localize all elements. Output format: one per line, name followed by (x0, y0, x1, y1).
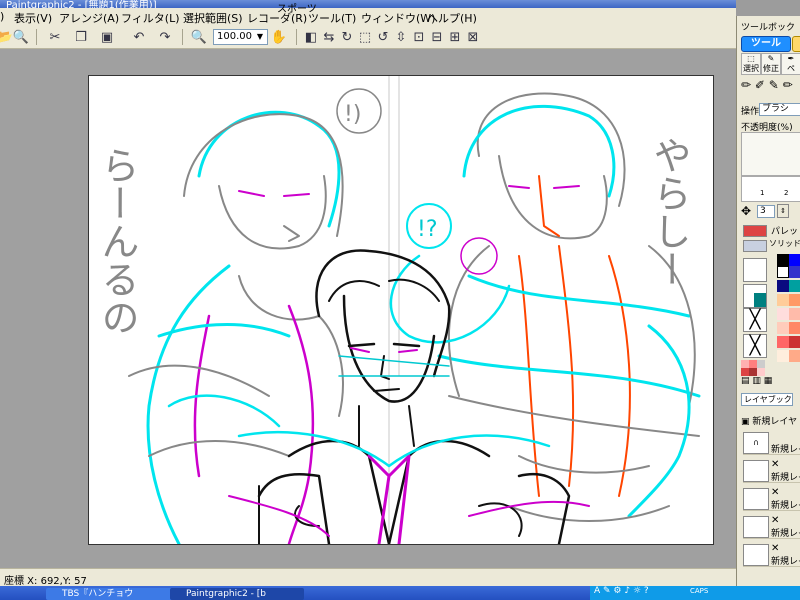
floating-panel-title: スポーツ (277, 4, 317, 15)
visibility-toggle-icon[interactable]: ✕ (771, 515, 779, 526)
clear-color-box[interactable]: ╳ (743, 334, 767, 358)
layer-mode-select[interactable]: レイヤブック (741, 393, 793, 406)
layer-thumbnail (743, 544, 769, 566)
menu-item-view[interactable]: 表示(V) (14, 10, 52, 26)
transform-icon-6[interactable]: ⊡ (410, 28, 428, 46)
copy-icon[interactable]: ❐ (72, 28, 90, 46)
sketch-artwork: らーんるの やらしー !) !? (95, 76, 701, 544)
size-stepper-icon[interactable]: ⇕ (777, 204, 789, 218)
status-bar: 座標 X: 692,Y: 57 (0, 568, 736, 587)
canvas-text-right: やらしー (647, 136, 691, 288)
layer-name: 新規レイ (771, 501, 800, 511)
transform-icon-8[interactable]: ⊞ (446, 28, 464, 46)
color-palette[interactable] (777, 254, 800, 384)
zoom-dropdown-icon[interactable]: ▼ (254, 29, 266, 45)
undo-icon[interactable]: ↶ (130, 28, 148, 46)
transform-icon-5[interactable]: ⇳ (392, 28, 410, 46)
tab-extra[interactable] (792, 36, 800, 52)
foreground-color-box[interactable] (743, 284, 767, 308)
new-layer-label[interactable]: ▣ 新規レイヤ (741, 414, 797, 427)
visibility-toggle-icon[interactable]: ✕ (771, 459, 779, 470)
operation-label: 操作 (741, 107, 760, 117)
toolbar-separator (36, 29, 37, 45)
brush-icons-row[interactable]: ✏ ✐ ✎ ✏ (741, 78, 800, 96)
tray-icons[interactable]: A ✎ ⚙ ♪ ☼ ? (594, 586, 649, 596)
menu-item-file[interactable]: ) (0, 10, 4, 23)
visibility-toggle-icon[interactable]: ✕ (771, 543, 779, 554)
move-icon[interactable]: ✥ (741, 204, 751, 218)
coordinates-readout: 座標 X: 692,Y: 57 (4, 576, 87, 587)
transparent-color-box[interactable]: ╳ (743, 308, 767, 332)
rotate-icon[interactable]: ↻ (338, 28, 356, 46)
layer-name: 新規レイ (771, 529, 800, 539)
canvas-text-left: らーんるの (95, 146, 139, 336)
layer-name: 新規レイ (771, 473, 800, 483)
transform-icon-7[interactable]: ⊟ (428, 28, 446, 46)
paste-icon[interactable]: ▣ (98, 28, 116, 46)
solid-color-button[interactable] (743, 240, 767, 252)
layer-thumbnail (743, 516, 769, 538)
palette-color-button[interactable] (743, 225, 767, 237)
pen-tool-button[interactable]: ✒ ペ (781, 53, 800, 75)
taskbar: TBS『ハンチョウ Paintgraphic2 - [b CAPS A ✎ ⚙ … (0, 586, 800, 600)
transform-icon-9[interactable]: ⊠ (464, 28, 482, 46)
drawing-canvas[interactable]: らーんるの やらしー !) !? (88, 75, 714, 545)
layer-row[interactable]: ✕ 新規レイ (743, 458, 800, 483)
menu-bar: ) 表示(V) アレンジ(A) フィルタ(L) 選択範囲(S) レコーダ(R) … (0, 4, 736, 26)
menu-item-window[interactable]: ウィンドウ(W) (361, 10, 435, 26)
palette-label: パレット (771, 227, 800, 237)
toolbar-separator (296, 29, 297, 45)
transform-icon-1[interactable]: ◧ (302, 28, 320, 46)
menu-item-filter[interactable]: フィルタ(L) (121, 10, 180, 26)
bubble-text-1: !) (344, 102, 361, 127)
cut-icon[interactable]: ✂ (46, 28, 64, 46)
toolbox-panel: ツールボックス ツール ⬚選択 ✎修正 ✒ペ ✏ ✐ ✎ ✏ 操作 ブラシ 不透… (736, 16, 800, 586)
layer-row[interactable]: ✕ 新規レイ (743, 486, 800, 511)
layer-row[interactable]: ∩ 新規レイ (743, 430, 800, 455)
visibility-toggle-icon[interactable]: ✕ (771, 487, 779, 498)
toolbar-separator (182, 29, 183, 45)
menu-item-help[interactable]: ヘルプ(H) (427, 10, 477, 26)
transform-icon-3[interactable]: ⬚ (356, 28, 374, 46)
hand-icon[interactable]: ✋ (270, 28, 288, 46)
brush-size-preview[interactable]: 12 (741, 176, 800, 202)
toolbar: 📂 🔍 ✂ ❐ ▣ ↶ ↷ 🔍 100.00 ▼ ✋ ◧ ⇆ ↻ ⬚ ↺ ⇳ ⊡… (0, 26, 736, 49)
menu-item-selection[interactable]: 選択範囲(S) (183, 10, 243, 26)
layer-tab-icons[interactable]: ▤ ▥ ▦ (741, 376, 800, 388)
transform-icon-4[interactable]: ↺ (374, 28, 392, 46)
transform-icon-2[interactable]: ⇆ (320, 28, 338, 46)
taskbar-item-active[interactable]: Paintgraphic2 - [b (170, 588, 304, 600)
background-color-box[interactable] (743, 258, 767, 282)
system-tray: CAPS A ✎ ⚙ ♪ ☼ ? (590, 586, 800, 600)
zoom-icon[interactable]: 🔍 (190, 28, 208, 46)
options-area (741, 132, 800, 176)
layer-thumbnail: ∩ (743, 432, 769, 454)
correct-tool-button[interactable]: ✎ 修正 (761, 53, 781, 75)
layer-row[interactable]: ✕ 新規レイ (743, 542, 800, 567)
layer-name: 新規レイ (771, 557, 800, 567)
print-preview-icon[interactable]: 🔍 (12, 28, 30, 46)
layer-thumbnail (743, 488, 769, 510)
title-bar: Paintgraphic2 - [無題1(作業用)] (0, 0, 736, 8)
taskbar-item[interactable]: TBS『ハンチョウ (46, 588, 180, 600)
caps-indicator: CAPS (690, 587, 709, 595)
bubble-text-2: !? (417, 217, 438, 242)
solid-label: ソリッドカ (769, 239, 800, 248)
layer-thumbnail (743, 460, 769, 482)
tab-tool[interactable]: ツール (741, 36, 791, 52)
brush-size-input[interactable]: 3 (757, 205, 775, 218)
window-title: Paintgraphic2 - [無題1(作業用)] (6, 0, 157, 8)
menu-item-arrange[interactable]: アレンジ(A) (59, 10, 119, 26)
redo-icon[interactable]: ↷ (156, 28, 174, 46)
select-tool-button[interactable]: ⬚ 選択 (741, 53, 761, 75)
layer-name: 新規レイ (771, 445, 800, 455)
operation-select[interactable]: ブラシ (759, 103, 800, 116)
layer-row[interactable]: ✕ 新規レイ (743, 514, 800, 539)
